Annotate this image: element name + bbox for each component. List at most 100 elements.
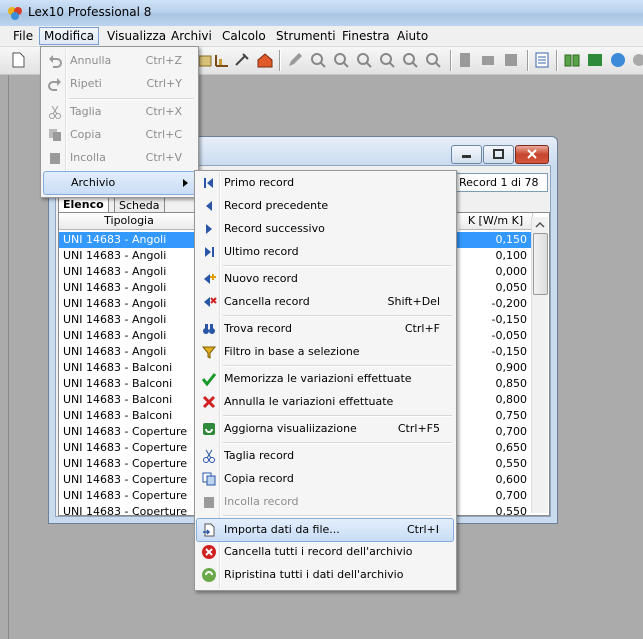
menu-calcolo[interactable]: Calcolo	[218, 28, 270, 44]
filter-icon	[201, 346, 217, 359]
divider	[8, 75, 9, 639]
print-icon[interactable]	[479, 51, 497, 69]
cell-tipologia: UNI 14683 - Coperture	[63, 425, 187, 438]
globe-icon[interactable]	[609, 51, 627, 69]
cell-tipologia: UNI 14683 - Balconi	[63, 377, 173, 390]
cell-tipologia: UNI 14683 - Angoli	[63, 329, 167, 342]
zoom-fit-icon[interactable]	[378, 51, 396, 69]
last-record-icon	[205, 247, 214, 257]
menu-item-primo-record[interactable]: Primo record	[197, 172, 454, 194]
tools-icon[interactable]	[233, 51, 251, 69]
house-icon[interactable]	[256, 51, 274, 69]
copy-icon	[49, 129, 61, 141]
cell-tipologia: UNI 14683 - Balconi	[63, 361, 173, 374]
app-logo-icon	[8, 7, 22, 20]
tab-elenco[interactable]: Elenco	[58, 196, 109, 213]
menu-bar: File Modifica Visualizza Archivi Calcolo…	[0, 26, 643, 47]
scrollbar-thumb[interactable]	[533, 233, 548, 295]
cell-k: 0,850	[495, 377, 528, 390]
cell-tipologia: UNI 14683 - Angoli	[63, 233, 167, 246]
archivio-submenu: Primo record Record precedente Record succ…	[194, 170, 457, 591]
scissors-icon	[49, 105, 61, 119]
checkmark-icon	[201, 373, 217, 387]
menu-item-incolla-record[interactable]: Incolla record	[197, 491, 454, 513]
zoom-out-icon[interactable]	[355, 51, 373, 69]
zoom-window-icon[interactable]	[401, 51, 419, 69]
cell-tipologia: UNI 14683 - Coperture	[63, 457, 187, 470]
menu-item-trova-record[interactable]: Trova record Ctrl+F	[197, 318, 454, 340]
menu-modifica[interactable]: Modifica	[39, 27, 100, 45]
import-file-icon	[203, 523, 215, 537]
cell-k: -0,050	[491, 329, 527, 342]
cell-tipologia: UNI 14683 - Angoli	[63, 281, 167, 294]
menu-visualizza[interactable]: Visualizza	[103, 28, 170, 44]
gb-icon[interactable]	[586, 51, 604, 69]
menu-item-annulla[interactable]: Annulla Ctrl+Z	[43, 50, 196, 72]
cancel-x-icon	[202, 395, 216, 409]
new-document-icon[interactable]	[9, 51, 27, 69]
cell-tipologia: UNI 14683 - Angoli	[63, 313, 167, 326]
zoom-in-icon[interactable]	[332, 51, 350, 69]
minimize-icon	[462, 155, 471, 158]
menu-item-taglia-record[interactable]: Taglia record	[197, 445, 454, 467]
paste-record-icon	[204, 497, 214, 508]
column-header-tipologia[interactable]: Tipologia	[59, 213, 200, 230]
vertical-scrollbar[interactable]	[531, 217, 548, 513]
save-icon[interactable]	[502, 51, 520, 69]
menu-item-incolla[interactable]: Incolla Ctrl+V	[43, 147, 196, 169]
menu-item-filtro-selezione[interactable]: Filtro in base a selezione	[197, 341, 454, 363]
cell-k: 0,550	[495, 457, 528, 470]
delete-record-icon	[204, 297, 217, 307]
minimize-button[interactable]	[451, 145, 482, 164]
layer-icon[interactable]	[456, 51, 474, 69]
cell-k: -0,200	[491, 297, 527, 310]
menu-item-taglia[interactable]: Taglia Ctrl+X	[43, 101, 196, 123]
menu-item-archivio[interactable]: Archivio	[43, 171, 196, 195]
list-icon[interactable]	[533, 51, 551, 69]
previous-record-icon	[206, 201, 212, 211]
menu-item-ultimo-record[interactable]: Ultimo record	[197, 241, 454, 263]
menu-item-cancella-record[interactable]: Cancella record Shift+Del	[197, 291, 454, 313]
column-header-k[interactable]: K [W/m K]	[459, 213, 533, 230]
menu-item-ripristina-tutti[interactable]: Ripristina tutti i dati dell'archivio	[197, 564, 454, 586]
maximize-button[interactable]	[483, 145, 514, 164]
menu-archivi[interactable]: Archivi	[167, 28, 216, 44]
menu-file[interactable]: File	[9, 28, 37, 44]
menu-item-annulla-variazioni[interactable]: Annulla le variazioni effettuate	[197, 391, 454, 413]
chart-icon[interactable]	[213, 51, 231, 69]
menu-item-aggiorna-visualizzazione[interactable]: Aggiorna visualiizazione Ctrl+F5	[197, 418, 454, 440]
close-button[interactable]	[515, 145, 549, 164]
menu-item-memorizza-variazioni[interactable]: Memorizza le variazioni effettuate	[197, 368, 454, 390]
menu-aiuto[interactable]: Aiuto	[393, 28, 432, 44]
menu-strumenti[interactable]: Strumenti	[272, 28, 340, 44]
menu-item-record-precedente[interactable]: Record precedente	[197, 195, 454, 217]
menu-item-ripeti[interactable]: Ripeti Ctrl+Y	[43, 73, 196, 95]
cell-tipologia: UNI 14683 - Balconi	[63, 393, 173, 406]
cell-k: 0,000	[495, 265, 528, 278]
book-icon[interactable]	[563, 51, 581, 69]
title-bar: Lex10 Professional 8	[0, 0, 643, 27]
record-indicator: Record 1 di 78	[456, 173, 548, 192]
menu-item-copia-record[interactable]: Copia record	[197, 468, 454, 490]
paste-icon	[50, 153, 60, 164]
menu-item-record-successivo[interactable]: Record successivo	[197, 218, 454, 240]
pencil-icon[interactable]	[286, 51, 304, 69]
menu-item-copia[interactable]: Copia Ctrl+C	[43, 124, 196, 146]
cell-tipologia: UNI 14683 - Coperture	[63, 441, 187, 454]
menu-item-nuovo-record[interactable]: Nuovo record	[197, 268, 454, 290]
menu-item-cancella-tutti[interactable]: Cancella tutti i record dell'archivio	[197, 541, 454, 563]
window-title: Lex10 Professional 8	[28, 5, 152, 19]
cell-k: -0,150	[491, 345, 527, 358]
close-icon	[527, 149, 537, 159]
menu-finestra[interactable]: Finestra	[338, 28, 394, 44]
maximize-icon	[493, 149, 504, 159]
cell-tipologia: UNI 14683 - Angoli	[63, 345, 167, 358]
zoom-previous-icon[interactable]	[424, 51, 442, 69]
gear-icon[interactable]	[630, 51, 643, 69]
cell-tipologia: UNI 14683 - Coperture	[63, 505, 187, 516]
scroll-up-icon[interactable]	[532, 217, 548, 231]
menu-item-importa-dati[interactable]: Importa dati da file... Ctrl+I	[196, 518, 454, 542]
zoom-icon[interactable]	[309, 51, 327, 69]
redo-icon	[48, 78, 61, 91]
tab-scheda[interactable]: Scheda	[114, 197, 165, 213]
